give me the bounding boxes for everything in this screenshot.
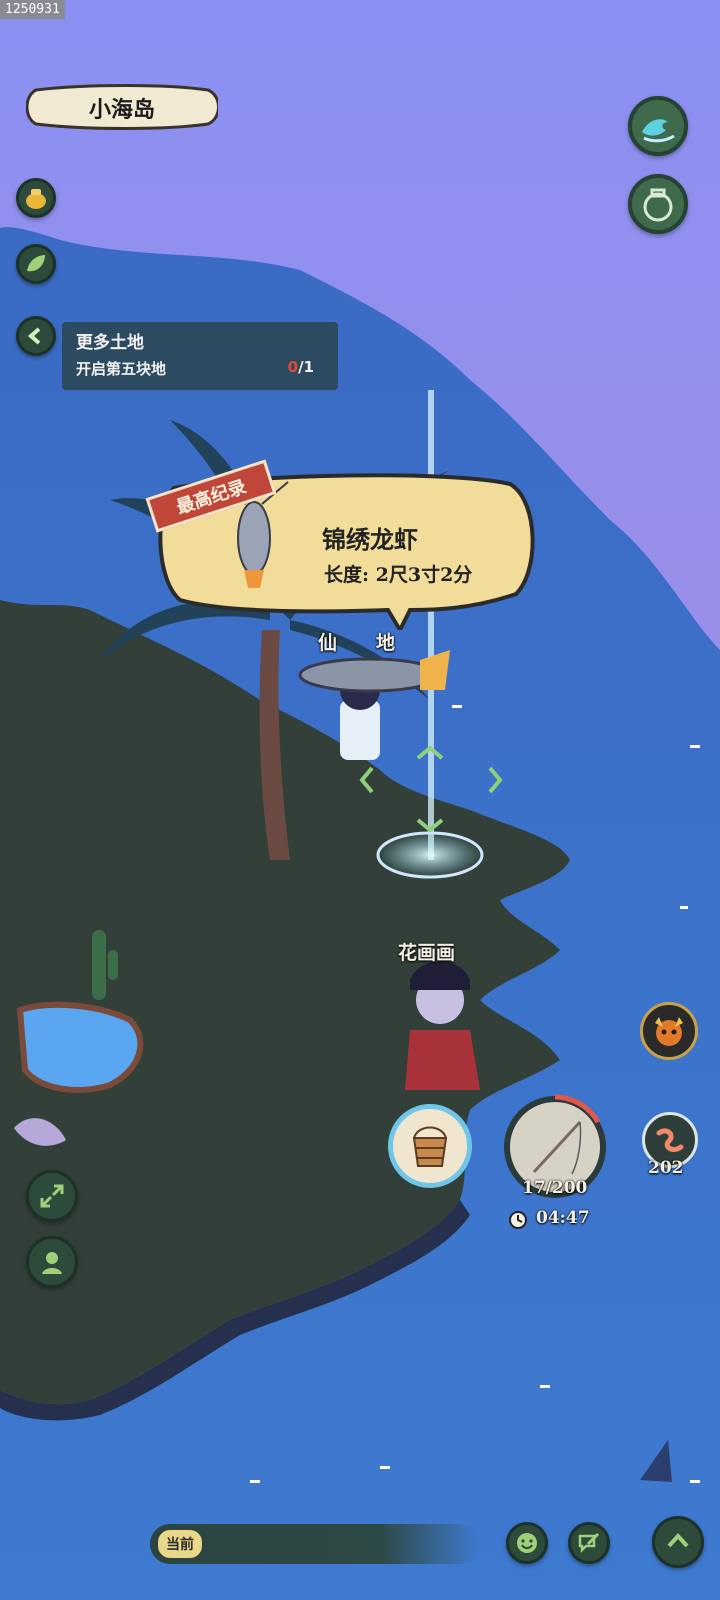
leaf-icon xyxy=(27,255,45,272)
quick-chat-button[interactable] xyxy=(568,1522,610,1564)
chat-bar[interactable]: 当前 xyxy=(150,1524,480,1564)
profile-button[interactable] xyxy=(26,1236,78,1288)
expand-arrows-icon xyxy=(40,1184,64,1208)
player-name-label-tail: 地 xyxy=(376,632,396,654)
bait-count: 202 xyxy=(648,1158,684,1178)
person-icon xyxy=(42,1252,62,1274)
record-fish-name: 锦绣龙虾 xyxy=(322,525,418,554)
expand-button[interactable] xyxy=(26,1170,78,1222)
bucket-icon xyxy=(412,1126,448,1167)
demon-face-icon xyxy=(655,1017,683,1046)
fishing-timer: 04:47 xyxy=(536,1208,590,1228)
quest-panel[interactable]: 更多土地 开启第五块地 0/1 xyxy=(62,322,338,390)
watermark: 1250931 xyxy=(0,0,65,19)
quest-title: 更多土地 xyxy=(76,333,144,353)
cactus xyxy=(92,930,106,1000)
smile-icon xyxy=(517,1533,537,1553)
quest-progress-total: /1 xyxy=(298,358,314,376)
emoji-button[interactable] xyxy=(506,1522,548,1564)
bucket-button[interactable] xyxy=(388,1104,472,1188)
clock-icon xyxy=(509,1211,527,1229)
leaf-button[interactable] xyxy=(16,244,56,284)
quest-progress: 0/1 xyxy=(288,358,314,376)
worm-icon xyxy=(656,1128,684,1152)
quest-progress-current: 0 xyxy=(287,358,299,376)
jar-icon xyxy=(643,188,673,222)
chat-edit-icon xyxy=(578,1532,600,1554)
chat-channel-label[interactable]: 当前 xyxy=(158,1530,202,1558)
record-fish-length: 长度: 2尺3寸2分 xyxy=(324,564,473,586)
location-title-banner: 小海岛 xyxy=(25,84,220,130)
jar-button[interactable] xyxy=(628,174,688,234)
wave-icon xyxy=(642,119,675,143)
quest-description: 开启第五块地 xyxy=(76,360,167,378)
location-title: 小海岛 xyxy=(88,97,155,123)
player-name-label: 仙 xyxy=(318,632,338,654)
wave-button[interactable] xyxy=(628,96,688,156)
chevron-left-icon xyxy=(27,327,41,345)
gold-pot-icon xyxy=(26,189,46,209)
pond xyxy=(16,1001,144,1093)
quest-collapse-button[interactable] xyxy=(16,316,56,356)
npc-name-label: 花画画 xyxy=(398,942,456,964)
boss-button[interactable] xyxy=(640,1002,698,1060)
catch-count: 17/200 xyxy=(522,1178,588,1198)
expand-menu-button[interactable] xyxy=(652,1516,704,1568)
portal-circle xyxy=(376,831,484,879)
gold-pot-button[interactable] xyxy=(16,178,56,218)
game-scene xyxy=(0,0,720,1600)
chevron-up-icon xyxy=(667,1533,689,1548)
